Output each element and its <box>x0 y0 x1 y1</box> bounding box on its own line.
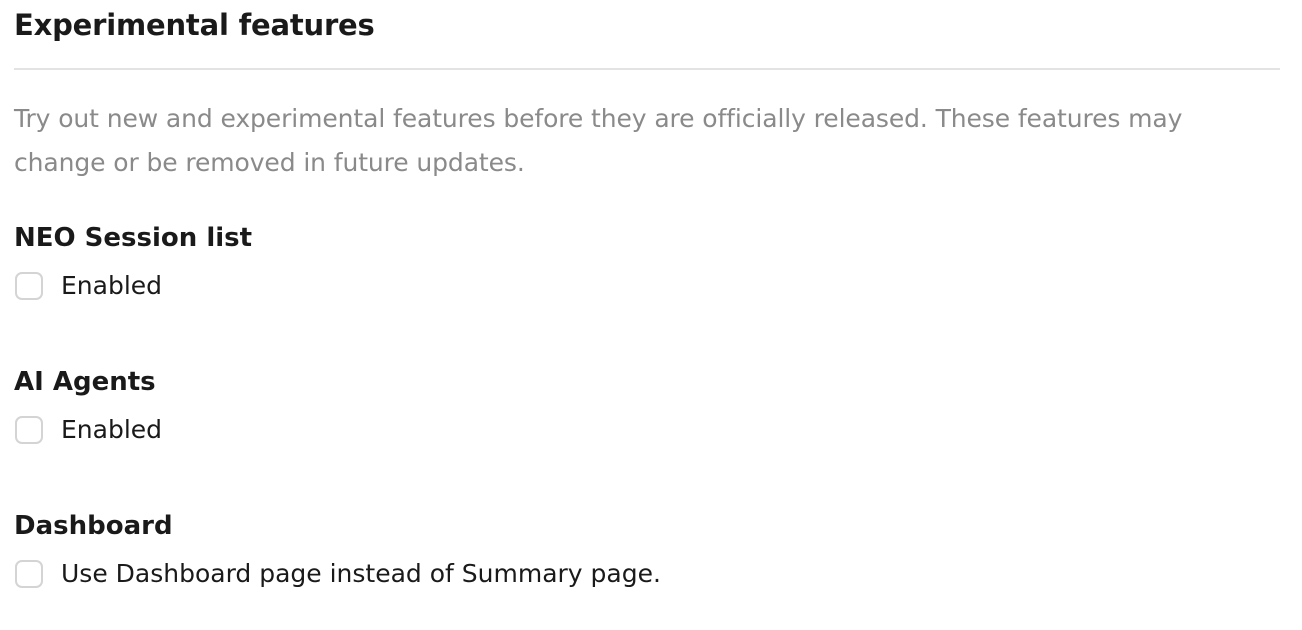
use-dashboard-checkbox[interactable] <box>15 560 43 588</box>
setting-ai-agents: AI Agents Enabled <box>14 366 162 450</box>
checkbox-label: Use Dashboard page instead of Summary pa… <box>61 559 661 588</box>
setting-title: NEO Session list <box>14 223 253 253</box>
dashboard-option[interactable]: Use Dashboard page instead of Summary pa… <box>14 554 661 594</box>
experimental-features-section: Experimental features Try out new and ex… <box>14 0 1280 588</box>
neo-session-list-enabled-option[interactable]: Enabled <box>14 266 252 306</box>
ai-agents-enabled-checkbox[interactable] <box>15 416 43 444</box>
ai-agents-enabled-option[interactable]: Enabled <box>14 410 162 450</box>
setting-title: AI Agents <box>14 367 156 397</box>
setting-neo-session-list: NEO Session list Enabled <box>14 222 252 306</box>
checkbox-label: Enabled <box>61 271 163 300</box>
neo-session-list-enabled-checkbox[interactable] <box>15 272 43 300</box>
section-title: Experimental features <box>14 8 375 42</box>
setting-title: Dashboard <box>14 511 173 541</box>
section-description: Try out new and experimental features be… <box>14 104 1183 177</box>
checkbox-label: Enabled <box>61 415 163 444</box>
setting-dashboard: Dashboard Use Dashboard page instead of … <box>14 510 661 594</box>
